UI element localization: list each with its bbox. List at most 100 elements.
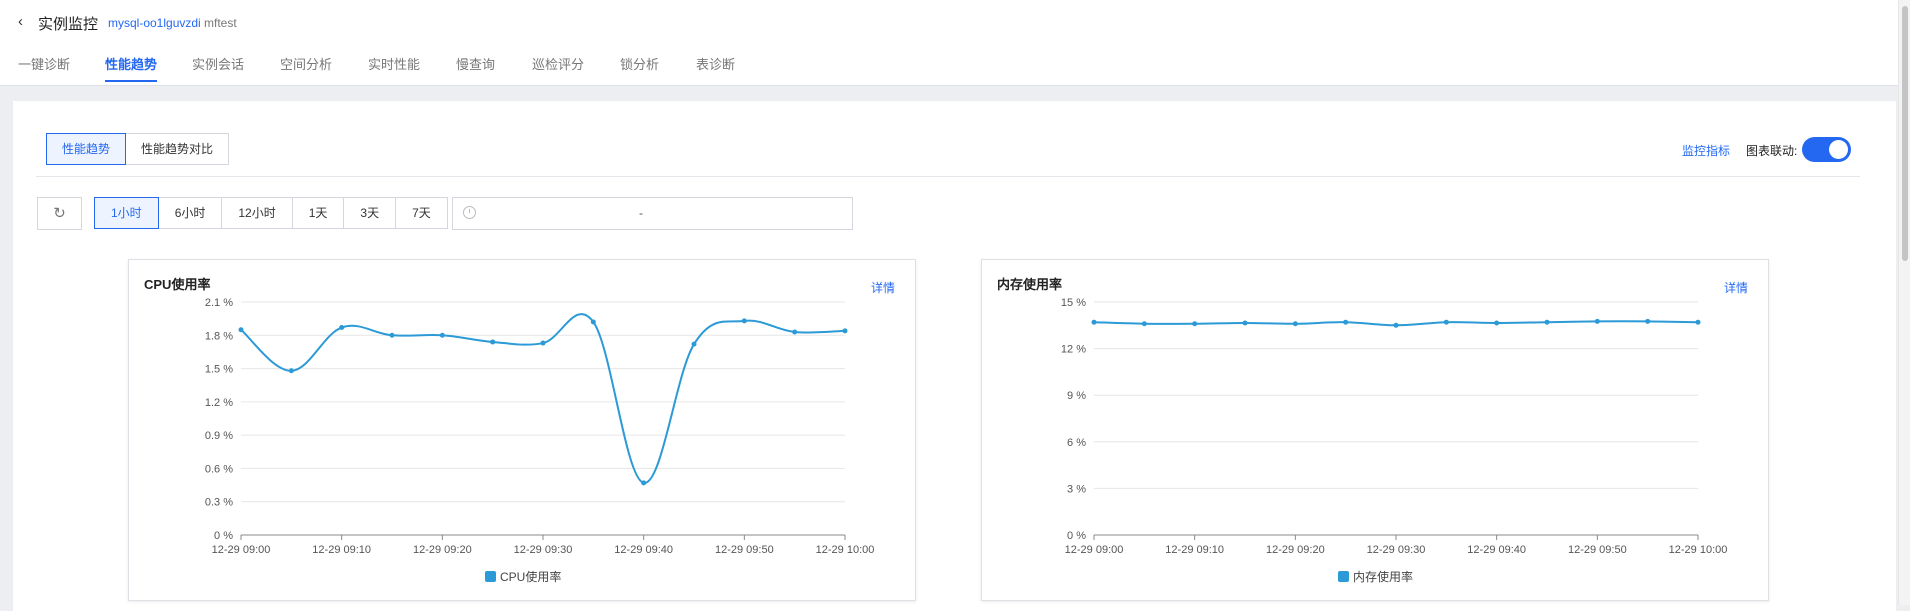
- series-line: [240, 313, 846, 484]
- legend-swatch: [1338, 571, 1349, 582]
- y-tick-label: 6 %: [1067, 437, 1086, 449]
- y-tick-label: 12 %: [1061, 344, 1086, 356]
- chevron-left-icon[interactable]: ‹: [18, 13, 23, 30]
- data-point: [741, 318, 747, 324]
- y-tick-label: 1.8 %: [205, 330, 233, 342]
- x-tick-label: 12-29 10:00: [1669, 544, 1728, 556]
- date-range-picker[interactable]: -: [452, 197, 853, 230]
- legend-swatch: [485, 571, 496, 582]
- data-point: [238, 327, 244, 333]
- range-1h-button[interactable]: 1小时: [94, 197, 159, 229]
- data-point: [389, 332, 395, 338]
- page-title: 实例监控: [38, 16, 99, 33]
- y-tick-label: 3 %: [1067, 483, 1086, 495]
- tab-table-diagnosis[interactable]: 表诊断: [696, 54, 735, 73]
- y-tick-label: 1.5 %: [205, 364, 233, 376]
- data-point: [1141, 321, 1147, 327]
- data-point: [1645, 318, 1651, 324]
- y-tick-label: 2.1 %: [205, 297, 233, 309]
- chart-legend[interactable]: CPU使用率: [485, 568, 561, 585]
- scrollbar-thumb[interactable]: [1902, 6, 1908, 261]
- data-point: [590, 319, 596, 325]
- data-point: [540, 340, 546, 346]
- cpu-chart-svg: 0 % 0.3 % 0.6 % 0.9 % 1.2 % 1.5 % 1.8 % 2.1 % 12…: [205, 297, 875, 556]
- legend-label: CPU使用率: [500, 570, 562, 584]
- x-tick-label: 12-29 09:00: [1065, 544, 1124, 556]
- range-6h-button[interactable]: 6小时: [157, 197, 223, 229]
- data-point: [792, 329, 798, 335]
- data-point: [1443, 319, 1449, 325]
- data-point: [288, 368, 294, 374]
- tab-space-analysis[interactable]: 空间分析: [280, 54, 332, 73]
- x-tick-label: 12-29 09:10: [312, 544, 371, 556]
- view-switch: 性能趋势 性能趋势对比: [46, 133, 230, 165]
- x-tick-label: 12-29 09:40: [614, 544, 673, 556]
- data-point: [1192, 321, 1198, 327]
- y-tick-label: 0 %: [1067, 530, 1086, 542]
- x-tick-label: 12-29 09:10: [1165, 544, 1224, 556]
- data-point: [1544, 319, 1550, 325]
- y-tick-label: 0.9 %: [205, 430, 233, 442]
- data-point: [1343, 319, 1349, 325]
- tab-diagnosis[interactable]: 一键诊断: [18, 54, 70, 73]
- range-1d-button[interactable]: 1天: [291, 197, 345, 229]
- x-tick-label: 12-29 09:30: [1367, 544, 1426, 556]
- x-tick-label: 12-29 09:50: [715, 544, 774, 556]
- x-tick-label: 12-29 09:40: [1467, 544, 1526, 556]
- tab-performance-trend[interactable]: 性能趋势: [105, 54, 158, 82]
- x-tick-label: 12-29 09:30: [514, 544, 573, 556]
- data-point: [339, 325, 345, 331]
- tab-lock-analysis[interactable]: 锁分析: [620, 54, 659, 73]
- y-tick-label: 0.6 %: [205, 463, 233, 475]
- tab-inspection-score[interactable]: 巡检评分: [532, 54, 584, 73]
- date-range-separator: -: [639, 206, 643, 220]
- x-tick-label: 12-29 10:00: [816, 544, 875, 556]
- top-header: ‹ 实例监控 mysql-oo1lguvzdi mftest 一键诊断 性能趋势…: [0, 0, 1898, 86]
- view-trend-compare-button[interactable]: 性能趋势对比: [125, 133, 230, 165]
- range-7d-button[interactable]: 7天: [395, 197, 448, 229]
- y-tick-label: 0.3 %: [205, 497, 233, 509]
- chart-link-toggle[interactable]: [1802, 137, 1851, 162]
- range-12h-button[interactable]: 12小时: [221, 197, 293, 229]
- instance-name: mftest: [204, 16, 237, 30]
- data-point: [1292, 321, 1298, 327]
- data-point: [1494, 320, 1500, 326]
- data-point: [1594, 318, 1600, 324]
- x-tick-label: 12-29 09:20: [413, 544, 472, 556]
- x-tick-label: 12-29 09:00: [212, 544, 271, 556]
- memory-chart-card: 内存使用率 详情 0 % 3 % 6 % 9 % 12 % 15 % 12-29 09:00…: [981, 259, 1769, 601]
- legend-label: 内存使用率: [1353, 570, 1414, 584]
- range-3d-button[interactable]: 3天: [343, 197, 397, 229]
- tab-instance-sessions[interactable]: 实例会话: [192, 54, 244, 73]
- refresh-icon[interactable]: ↻: [37, 197, 82, 230]
- x-tick-label: 12-29 09:20: [1266, 544, 1325, 556]
- clock-icon: [463, 206, 476, 219]
- data-point: [1695, 319, 1701, 325]
- instance-id: mysql-oo1lguvzdi: [108, 16, 201, 30]
- y-tick-label: 15 %: [1061, 297, 1086, 309]
- tab-realtime-performance[interactable]: 实时性能: [368, 54, 420, 73]
- chart-link-label: 图表联动:: [1746, 144, 1798, 158]
- y-tick-label: 9 %: [1067, 390, 1086, 402]
- data-point: [641, 480, 647, 486]
- chart-legend[interactable]: 内存使用率: [1338, 568, 1413, 585]
- data-point: [691, 341, 697, 347]
- time-range-selector: 1小时 6小时 12小时 1天 3天 7天: [94, 197, 448, 229]
- data-point: [490, 339, 496, 345]
- data-point: [1242, 320, 1248, 326]
- monitor-metrics-link[interactable]: 监控指标: [1682, 142, 1730, 159]
- y-tick-label: 1.2 %: [205, 397, 233, 409]
- x-tick-label: 12-29 09:50: [1568, 544, 1627, 556]
- view-trend-button[interactable]: 性能趋势: [46, 133, 127, 165]
- y-tick-label: 0 %: [214, 530, 233, 542]
- memory-chart-svg: 0 % 3 % 6 % 9 % 12 % 15 % 12-29 09:00 12-29 09:…: [1061, 297, 1728, 556]
- tab-slow-query[interactable]: 慢查询: [456, 54, 495, 73]
- vertical-scrollbar[interactable]: [1898, 0, 1910, 605]
- divider: [36, 176, 1860, 177]
- data-point: [1393, 322, 1399, 328]
- cpu-chart-card: CPU使用率 详情 0 % 0.3 % 0.6 % 0.9 % 1.2 % 1.5 % 1.…: [128, 259, 916, 601]
- data-point: [842, 328, 848, 334]
- toggle-knob: [1829, 140, 1848, 159]
- data-point: [439, 332, 445, 338]
- data-point: [1091, 319, 1097, 325]
